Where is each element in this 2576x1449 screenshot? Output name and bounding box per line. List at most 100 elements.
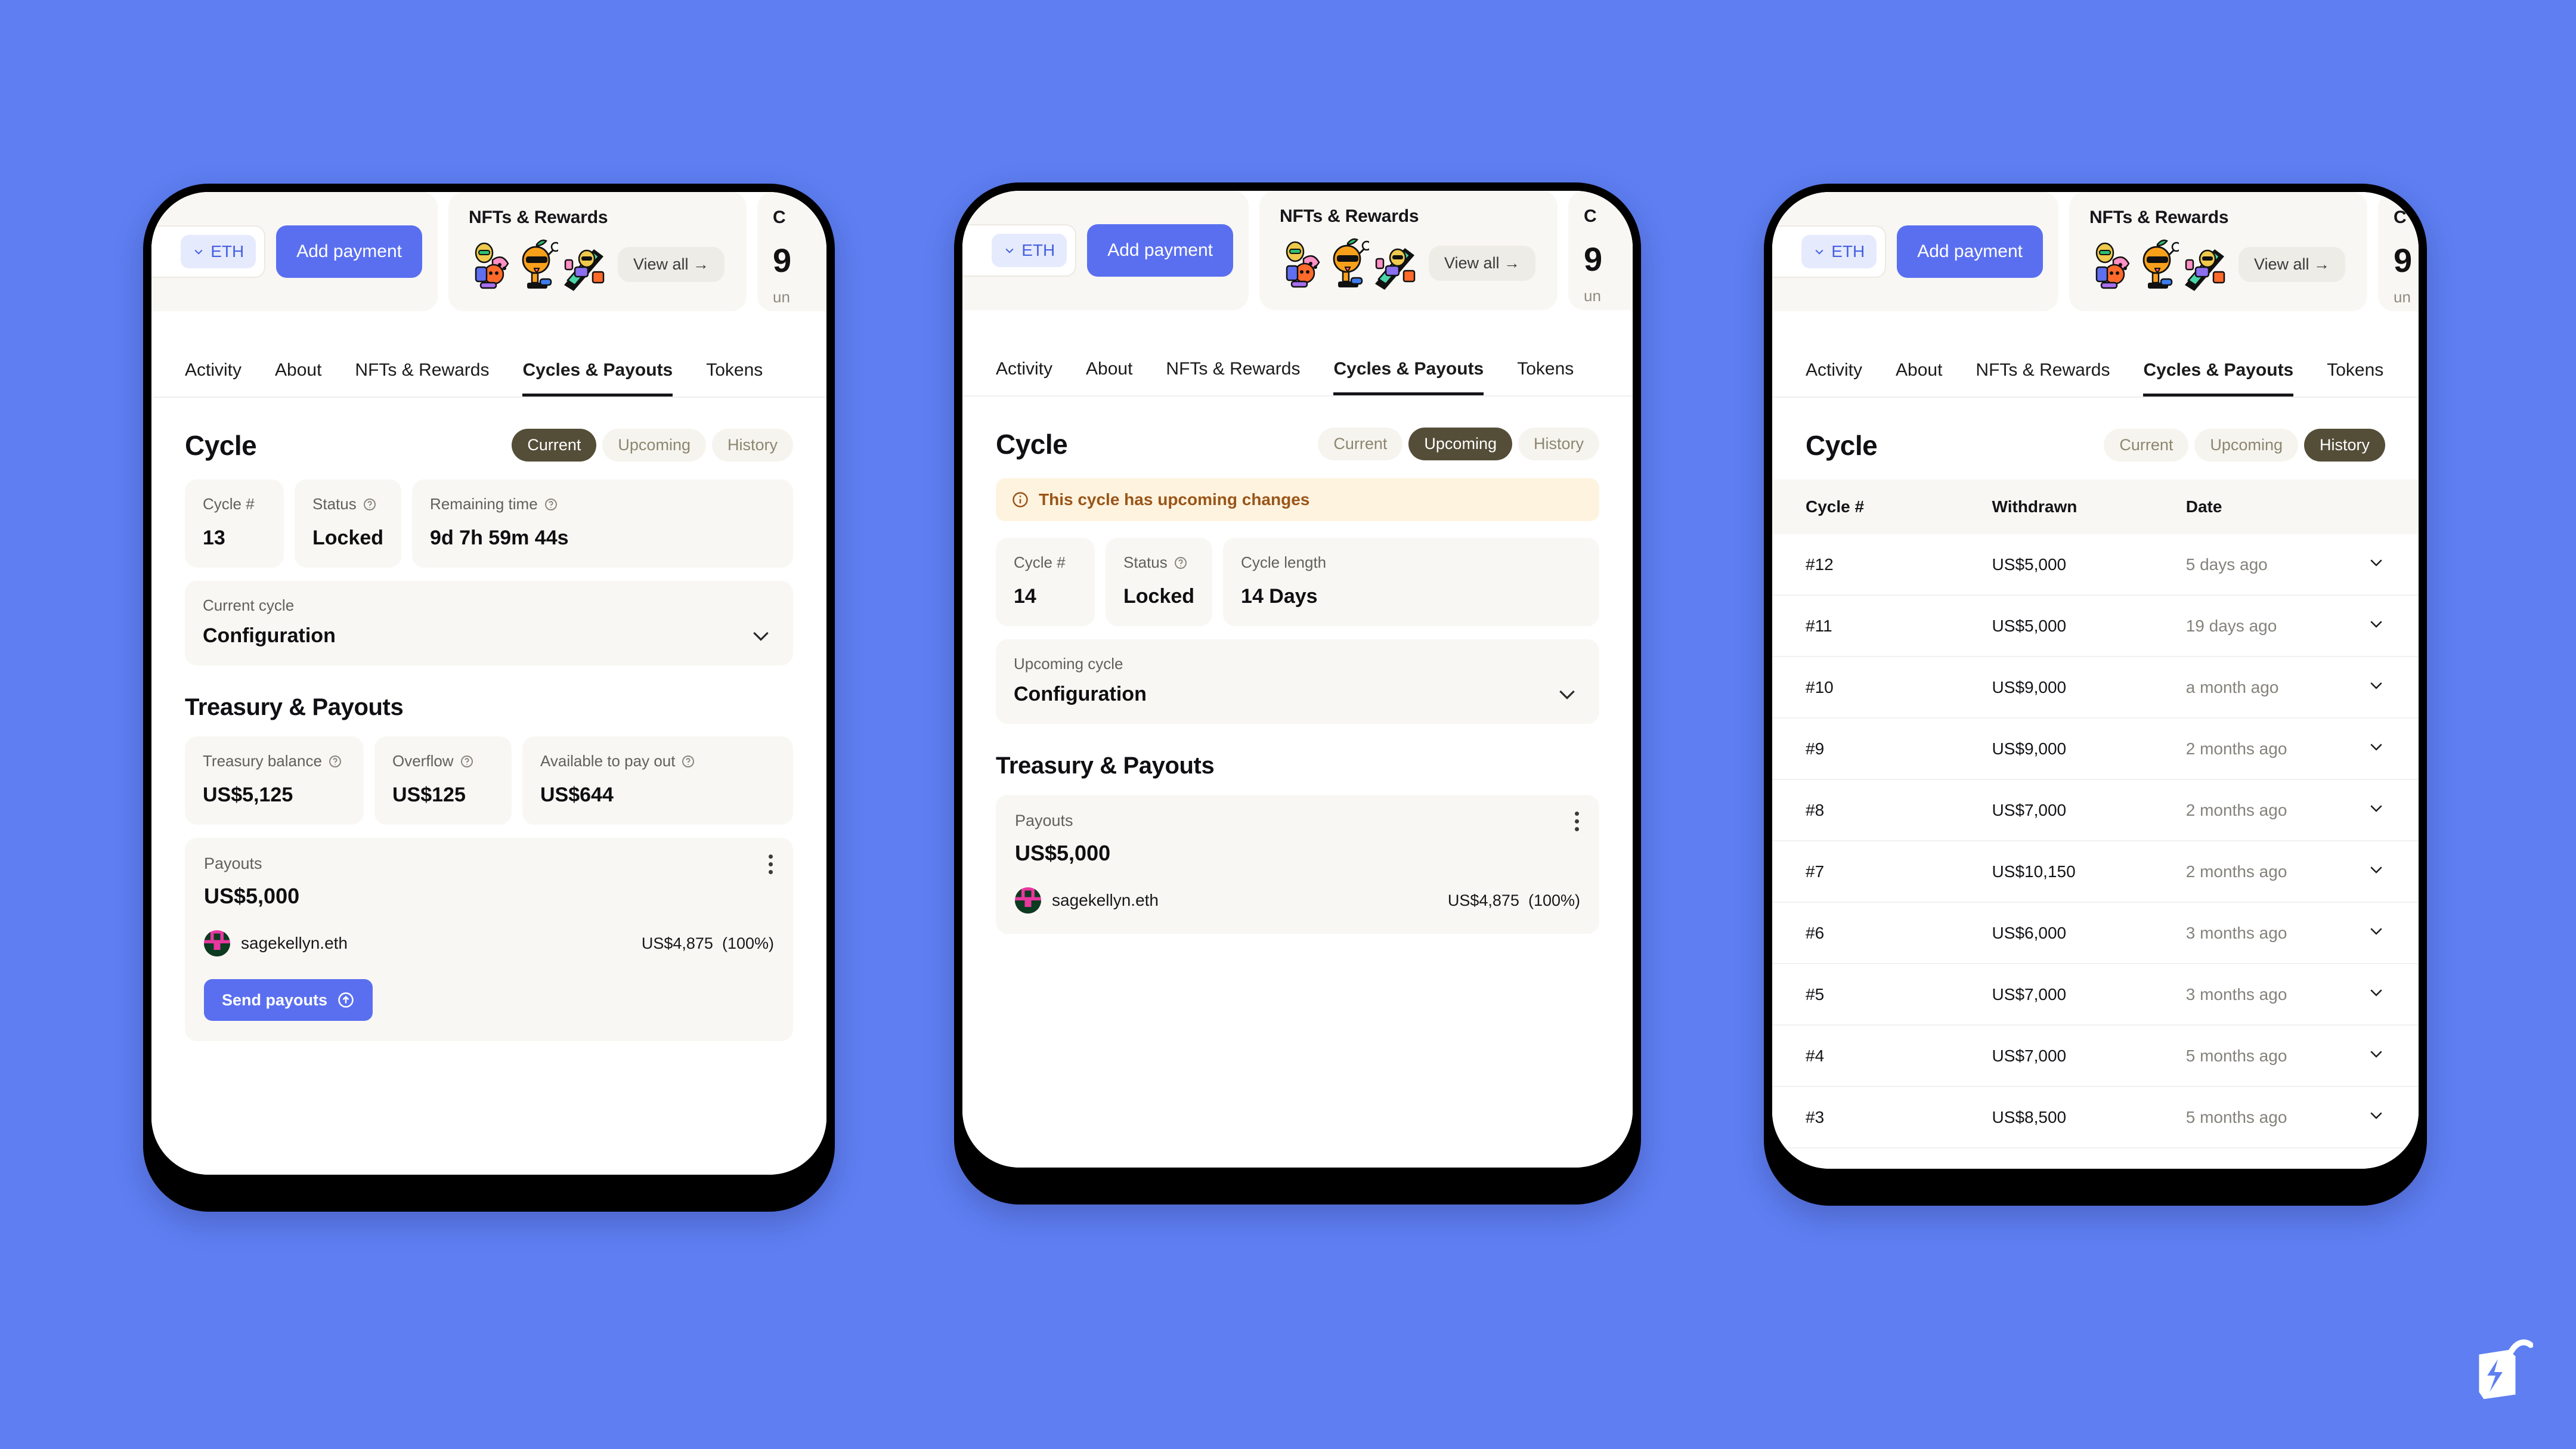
- segment-current[interactable]: Current: [1318, 428, 1403, 460]
- cycle-card-sub: un: [773, 288, 790, 306]
- payouts-menu-button[interactable]: [1573, 812, 1580, 831]
- recipient-name[interactable]: sagekellyn.eth: [1052, 891, 1159, 910]
- segment-history[interactable]: History: [2303, 429, 2385, 462]
- help-icon[interactable]: [1174, 556, 1188, 570]
- view-all-nfts-button[interactable]: View all →: [2238, 246, 2346, 282]
- view-all-nfts-button[interactable]: View all →: [618, 246, 725, 282]
- amount-input-group[interactable]: ETH: [151, 225, 266, 278]
- cell-date: 2 months ago: [2185, 779, 2367, 841]
- help-icon[interactable]: [328, 754, 342, 769]
- tab-cycles-payouts[interactable]: Cycles & Payouts: [2143, 360, 2294, 397]
- cell-date: 5 days ago: [2185, 534, 2367, 596]
- table-row[interactable]: #3 US$8,500 5 months ago: [1772, 1086, 2419, 1148]
- row-expand-button[interactable]: [2367, 1086, 2419, 1148]
- upcoming-cycle-config-row[interactable]: Upcoming cycle Configuration: [996, 639, 1599, 724]
- header-strip: ETH Add payment NFTs & Rewards View all …: [151, 192, 826, 328]
- stat-value: 14: [1014, 585, 1036, 608]
- chevron-down-icon[interactable]: [749, 624, 773, 648]
- view-all-nfts-button[interactable]: View all →: [1429, 245, 1536, 281]
- tab-nfts-rewards[interactable]: NFTs & Rewards: [1166, 359, 1300, 395]
- table-row[interactable]: #7 US$10,150 2 months ago: [1772, 841, 2419, 903]
- table-row[interactable]: #10 US$9,000 a month ago: [1772, 657, 2419, 719]
- segment-current[interactable]: Current: [512, 429, 597, 462]
- payouts-label: Payouts: [204, 854, 262, 872]
- segment-history[interactable]: History: [1518, 428, 1599, 460]
- payouts-card: Payouts US$5,000 sagekellyn.eth US$4,875…: [185, 838, 793, 1041]
- token-symbol: ETH: [1021, 241, 1055, 259]
- stat-label: Overflow: [392, 752, 454, 770]
- tab-tokens[interactable]: Tokens: [1517, 359, 1574, 395]
- token-selector[interactable]: ETH: [181, 235, 256, 268]
- table-row[interactable]: #6 US$6,000 3 months ago: [1772, 902, 2419, 964]
- cycle-card-title: C: [773, 208, 786, 227]
- cell-withdrawn: US$5,000: [1992, 595, 2186, 657]
- tab-tokens[interactable]: Tokens: [2327, 360, 2383, 397]
- table-row[interactable]: #12 US$5,000 5 days ago: [1772, 534, 2419, 596]
- cell-withdrawn: US$7,000: [1992, 1025, 2186, 1087]
- row-expand-button[interactable]: [2367, 1148, 2419, 1169]
- table-row[interactable]: #5 US$7,000 3 months ago: [1772, 964, 2419, 1026]
- tab-nfts-rewards[interactable]: NFTs & Rewards: [355, 360, 489, 397]
- cycle-card-value: 9: [773, 242, 792, 279]
- cell-cycle-number: #7: [1772, 841, 1992, 903]
- help-icon[interactable]: [681, 754, 695, 769]
- table-row[interactable]: #2US$8,3285 months ago: [1772, 1148, 2419, 1169]
- segment-current[interactable]: Current: [2104, 429, 2189, 462]
- add-payment-button[interactable]: Add payment: [1087, 224, 1233, 277]
- segment-upcoming[interactable]: Upcoming: [2194, 429, 2298, 462]
- tab-about[interactable]: About: [1896, 360, 1942, 397]
- row-expand-button[interactable]: [2367, 657, 2419, 719]
- tab-about[interactable]: About: [1086, 359, 1132, 395]
- row-expand-button[interactable]: [2367, 595, 2419, 657]
- row-expand-button[interactable]: [2367, 841, 2419, 903]
- table-header: Cycle # Withdrawn Date: [1772, 479, 2419, 534]
- segment-upcoming[interactable]: Upcoming: [602, 429, 706, 462]
- tab-cycles-payouts[interactable]: Cycles & Payouts: [1333, 359, 1484, 395]
- segment-upcoming[interactable]: Upcoming: [1408, 428, 1512, 460]
- stat-label: Treasury balance: [203, 752, 322, 770]
- tab-about[interactable]: About: [275, 360, 321, 397]
- tab-cycles-payouts[interactable]: Cycles & Payouts: [522, 360, 673, 397]
- cell-date: a month ago: [2185, 657, 2367, 719]
- payouts-amount: US$5,000: [204, 884, 300, 908]
- chevron-down-icon[interactable]: [1555, 682, 1579, 706]
- cell-cycle-number: #8: [1772, 779, 1992, 841]
- row-expand-button[interactable]: [2367, 1025, 2419, 1087]
- chevron-down-icon: [1005, 248, 1014, 253]
- stat-label: Available to pay out: [540, 752, 676, 770]
- tab-activity[interactable]: Activity: [996, 359, 1052, 395]
- help-icon[interactable]: [544, 497, 558, 512]
- table-row[interactable]: #4 US$7,000 5 months ago: [1772, 1025, 2419, 1087]
- tab-tokens[interactable]: Tokens: [706, 360, 763, 397]
- table-row[interactable]: #11 US$5,000 19 days ago: [1772, 595, 2419, 657]
- row-expand-button[interactable]: [2367, 902, 2419, 964]
- chevron-down-icon: [2370, 1051, 2382, 1058]
- recipient-name[interactable]: sagekellyn.eth: [241, 934, 348, 953]
- tab-nfts-rewards[interactable]: NFTs & Rewards: [1976, 360, 2110, 397]
- amount-input-group[interactable]: ETH: [962, 224, 1077, 277]
- row-expand-button[interactable]: [2367, 534, 2419, 596]
- token-selector[interactable]: ETH: [1801, 235, 1877, 268]
- row-expand-button[interactable]: [2367, 718, 2419, 780]
- nav-tabs: Activity About NFTs & Rewards Cycles & P…: [151, 328, 826, 398]
- add-payment-button[interactable]: Add payment: [1897, 225, 2043, 278]
- payouts-menu-button[interactable]: [767, 854, 774, 874]
- tab-activity[interactable]: Activity: [185, 360, 242, 397]
- amount-input-group[interactable]: ETH: [1772, 225, 1887, 278]
- avatar: [1015, 887, 1041, 914]
- add-payment-button[interactable]: Add payment: [276, 225, 422, 278]
- send-payouts-button[interactable]: Send payouts: [204, 979, 373, 1021]
- help-icon[interactable]: [363, 497, 377, 512]
- cycle-stats: Cycle # 14 Status Locked Cycle length 14…: [996, 538, 1599, 626]
- row-expand-button[interactable]: [2367, 779, 2419, 841]
- row-expand-button[interactable]: [2367, 964, 2419, 1026]
- tab-activity[interactable]: Activity: [1806, 360, 1862, 397]
- app-history: ETH Add payment NFTs & Rewards View all …: [1772, 192, 2419, 1169]
- token-selector[interactable]: ETH: [992, 234, 1067, 267]
- table-row[interactable]: #8 US$7,000 2 months ago: [1772, 779, 2419, 841]
- help-icon[interactable]: [460, 754, 474, 769]
- current-cycle-config-row[interactable]: Current cycle Configuration: [185, 581, 793, 665]
- table-row[interactable]: #9 US$9,000 2 months ago: [1772, 718, 2419, 780]
- config-value: Configuration: [1014, 683, 1147, 705]
- segment-history[interactable]: History: [711, 429, 793, 462]
